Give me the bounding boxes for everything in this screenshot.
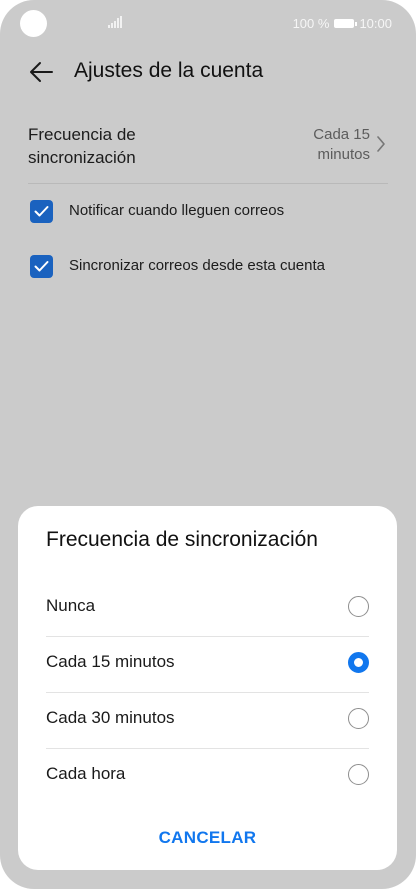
option-cada-15-minutos[interactable]: Cada 15 minutos [46, 636, 369, 693]
page-title: Ajustes de la cuenta [74, 59, 264, 82]
dialog-title: Frecuencia de sincronización [46, 528, 318, 551]
clock: 10:00 [359, 16, 392, 31]
sync-frequency-value: Cada 15 minutos [313, 126, 370, 163]
option-label: Nunca [46, 596, 96, 615]
option-label: Cada hora [46, 764, 126, 783]
option-label: Cada 30 minutos [46, 708, 175, 727]
notify-new-mail-label: Notificar cuando lleguen correos [69, 202, 285, 219]
sync-account-mail-checkbox[interactable] [30, 255, 53, 278]
radio-button-selected[interactable] [348, 652, 369, 673]
option-cada-hora[interactable]: Cada hora [46, 748, 369, 804]
chevron-right-icon [377, 136, 385, 152]
back-arrow-icon[interactable] [28, 60, 54, 84]
battery-icon [334, 19, 358, 28]
app-header: Ajustes de la cuenta [0, 50, 416, 94]
radio-button[interactable] [348, 764, 369, 785]
notify-new-mail-checkbox[interactable] [30, 200, 53, 223]
sync-frequency-dialog: Frecuencia de sincronización Nunca Cada … [18, 506, 397, 870]
radio-button[interactable] [348, 708, 369, 729]
sync-account-mail-row[interactable]: Sincronizar correos desde esta cuenta [30, 255, 390, 279]
signal-icon [108, 16, 122, 28]
notify-new-mail-row[interactable]: Notificar cuando lleguen correos [30, 200, 390, 224]
status-bar: 100 % 10:00 [0, 0, 416, 46]
option-label: Cada 15 minutos [46, 652, 175, 671]
phone-screen: 100 % 10:00 Ajustes de la cuenta Frecuen… [0, 0, 416, 889]
status-right: 100 % 10:00 [293, 16, 392, 31]
camera-cutout [20, 10, 47, 37]
sync-account-mail-label: Sincronizar correos desde esta cuenta [69, 257, 325, 274]
check-icon [34, 261, 49, 272]
check-icon [34, 206, 49, 217]
sync-frequency-label: Frecuencia de sincronización [28, 125, 136, 167]
radio-button[interactable] [348, 596, 369, 617]
cancel-button[interactable]: CANCELAR [18, 818, 397, 858]
sync-frequency-row[interactable]: Frecuencia de sincronización Cada 15 min… [28, 121, 388, 184]
battery-percent: 100 % [292, 16, 330, 31]
option-nunca[interactable]: Nunca [46, 580, 369, 637]
option-cada-30-minutos[interactable]: Cada 30 minutos [46, 692, 369, 749]
